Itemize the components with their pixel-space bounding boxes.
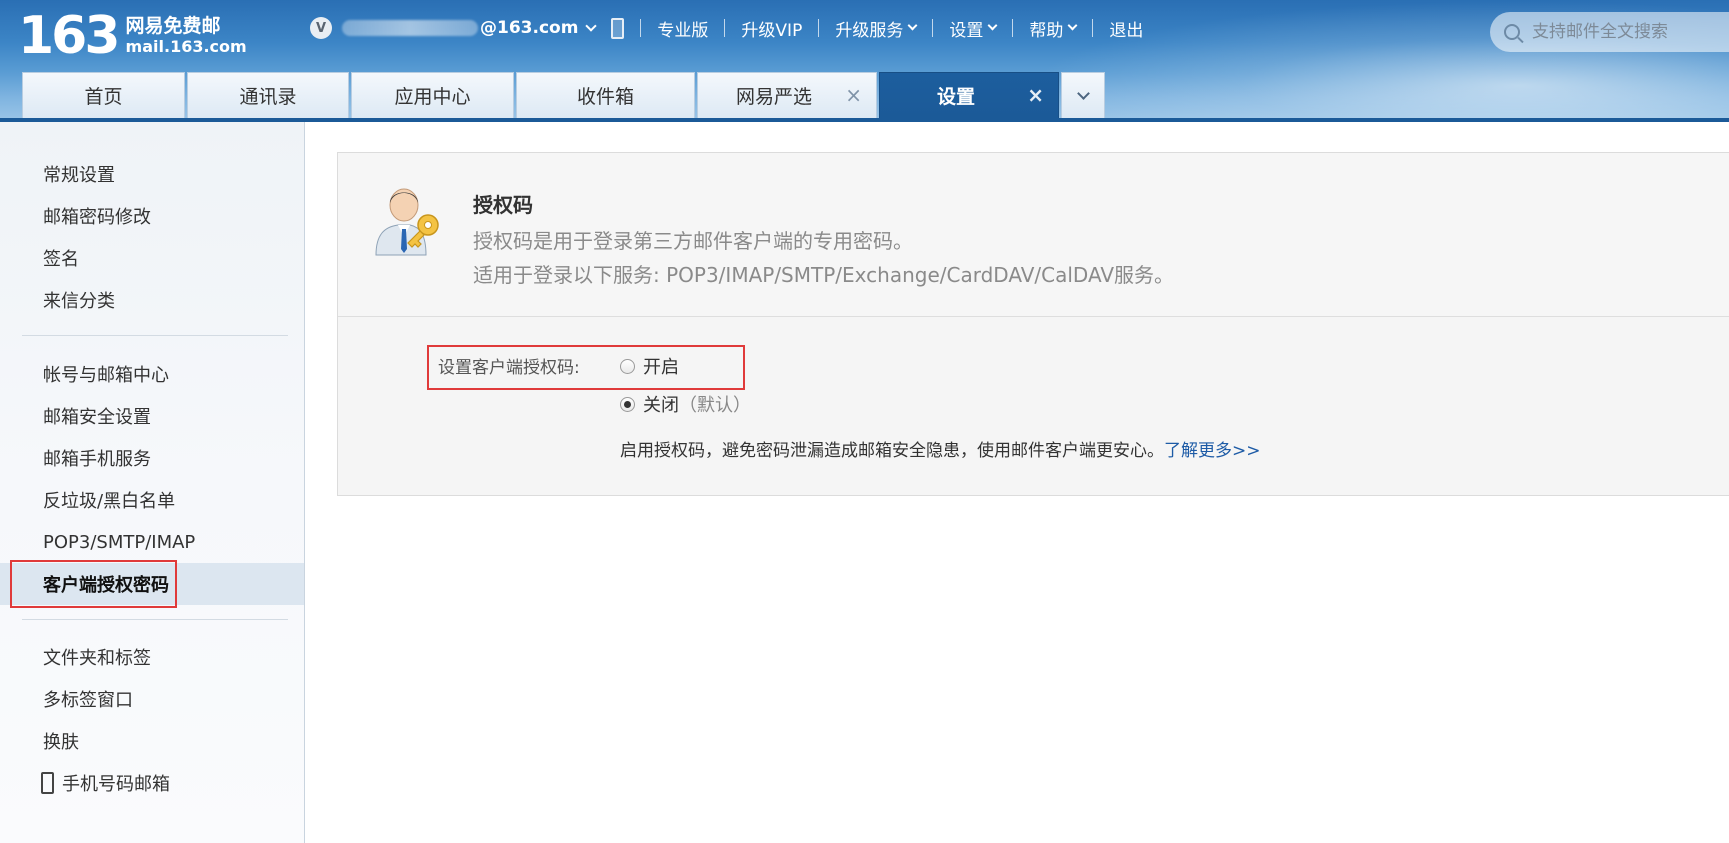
phone-icon [41, 772, 54, 794]
account-email[interactable]: @163.com [480, 18, 578, 38]
hint-text: 启用授权码，避免密码泄漏造成邮箱安全隐患，使用邮件客户端更安心。 [620, 441, 1164, 461]
learn-more-link[interactable]: 了解更多>> [1164, 441, 1261, 461]
tab-label: 首页 [84, 86, 123, 108]
link-help[interactable]: 帮助 [1029, 16, 1063, 41]
mobile-phone-icon[interactable] [611, 17, 625, 39]
divider [932, 19, 934, 37]
sidebar-item-account-center[interactable]: 帐号与邮箱中心 [0, 353, 304, 395]
account-chevron-down-icon[interactable] [585, 19, 598, 32]
auth-code-panel: 授权码 授权码是用于登录第三方邮件客户端的专用密码。 适用于登录以下服务: PO… [337, 152, 1729, 496]
sidebar-item-mail-rules[interactable]: 来信分类 [0, 279, 304, 321]
panel-description-1: 授权码是用于登录第三方邮件客户端的专用密码。 [473, 229, 913, 253]
highlight-box-sidebar [10, 560, 177, 608]
link-pro-edition[interactable]: 专业版 [657, 16, 708, 41]
tab-label: 通讯录 [239, 86, 297, 108]
upgrade-service-chevron-down-icon[interactable] [907, 20, 918, 31]
top-bar: V @163.com 专业版 升级VIP 升级服务 设置 帮助 退出 [310, 14, 1143, 42]
settings-chevron-down-icon[interactable] [987, 20, 998, 31]
sidebar-divider [22, 335, 288, 336]
logo-domain: mail.163.com [125, 37, 247, 56]
sidebar-item-pop3-smtp-imap[interactable]: POP3/SMTP/IMAP [0, 521, 304, 563]
sidebar-item-general[interactable]: 常规设置 [0, 153, 304, 195]
tab-more-button[interactable] [1061, 72, 1105, 118]
settings-sidebar: 常规设置 邮箱密码修改 签名 来信分类 帐号与邮箱中心 邮箱安全设置 邮箱手机服… [0, 122, 305, 843]
tab-contacts[interactable]: 通讯录 [187, 72, 349, 118]
sidebar-item-phone-mailbox[interactable]: 手机号码邮箱 [0, 762, 304, 804]
radio-option-disable[interactable]: 关闭 （默认） [620, 391, 751, 417]
sidebar-item-label: 手机号码邮箱 [62, 774, 170, 795]
radio-label-disable[interactable]: 关闭 [643, 391, 679, 417]
tab-bar: 首页 通讯录 应用中心 收件箱 网易严选 × 设置 × [22, 72, 1105, 118]
sidebar-item-signature[interactable]: 签名 [0, 237, 304, 279]
panel-title: 授权码 [473, 193, 533, 217]
tab-label: 网易严选 [735, 86, 812, 108]
panel-description-2: 适用于登录以下服务: POP3/IMAP/SMTP/Exchange/CardD… [473, 263, 1175, 287]
link-upgrade-service[interactable]: 升级服务 [835, 16, 903, 41]
account-name-blurred [342, 20, 478, 36]
sidebar-item-security[interactable]: 邮箱安全设置 [0, 395, 304, 437]
close-icon[interactable]: × [1027, 85, 1044, 105]
tab-label: 设置 [936, 86, 975, 108]
logo-number: 163 [18, 6, 121, 66]
help-chevron-down-icon[interactable] [1067, 20, 1078, 31]
search-icon[interactable] [1504, 24, 1520, 40]
sidebar-divider [22, 619, 288, 620]
auth-code-hint: 启用授权码，避免密码泄漏造成邮箱安全隐患，使用邮件客户端更安心。了解更多>> [620, 436, 1261, 461]
tab-app-center[interactable]: 应用中心 [351, 72, 514, 118]
sidebar-item-skin[interactable]: 换肤 [0, 720, 304, 762]
sidebar-item-antispam[interactable]: 反垃圾/黑白名单 [0, 479, 304, 521]
divider [640, 19, 642, 37]
tab-settings[interactable]: 设置 × [879, 72, 1059, 118]
link-logout[interactable]: 退出 [1109, 16, 1143, 41]
default-tag: （默认） [679, 395, 751, 416]
user-key-icon [375, 188, 439, 256]
logo[interactable]: 163 网易免费邮 mail.163.com [18, 6, 247, 66]
header-divider [0, 118, 1729, 122]
link-settings[interactable]: 设置 [949, 16, 983, 41]
divider [724, 19, 726, 37]
vip-badge-icon: V [310, 17, 332, 39]
chevron-down-icon [1076, 87, 1090, 100]
link-upgrade-vip[interactable]: 升级VIP [741, 16, 802, 41]
tab-yanxuan[interactable]: 网易严选 × [697, 72, 877, 118]
sidebar-item-folders-tags[interactable]: 文件夹和标签 [0, 636, 304, 678]
tab-home[interactable]: 首页 [22, 72, 185, 118]
tab-label: 收件箱 [576, 86, 634, 108]
logo-name: 网易免费邮 [125, 15, 221, 37]
radio-button-disable[interactable] [620, 396, 635, 412]
search-box[interactable] [1490, 12, 1729, 52]
sidebar-item-password[interactable]: 邮箱密码修改 [0, 195, 304, 237]
tab-inbox[interactable]: 收件箱 [516, 72, 695, 118]
divider [1092, 19, 1094, 37]
close-icon[interactable]: × [845, 85, 862, 105]
divider [1012, 19, 1014, 37]
sidebar-item-multi-tab[interactable]: 多标签窗口 [0, 678, 304, 720]
sidebar-item-mobile-service[interactable]: 邮箱手机服务 [0, 437, 304, 479]
highlight-box-option [427, 345, 745, 390]
header: 163 网易免费邮 mail.163.com V @163.com 专业版 升级… [0, 0, 1729, 122]
tab-label: 应用中心 [394, 86, 471, 108]
panel-intro: 授权码 授权码是用于登录第三方邮件客户端的专用密码。 适用于登录以下服务: PO… [338, 153, 1729, 317]
search-input[interactable] [1532, 22, 1729, 42]
divider [818, 19, 820, 37]
